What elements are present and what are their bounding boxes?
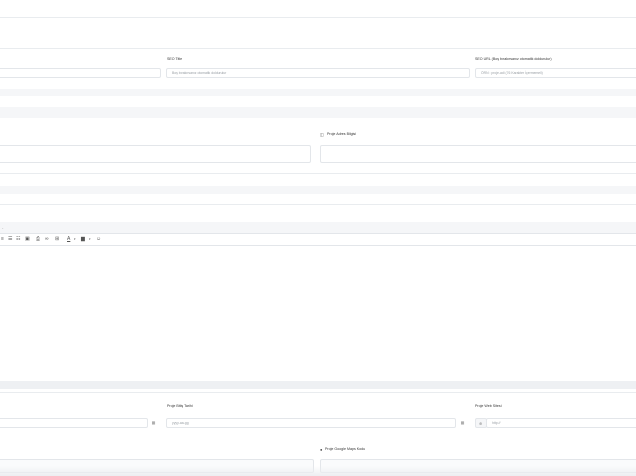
section-band bbox=[0, 107, 636, 118]
section-divider bbox=[0, 48, 636, 49]
maps-label: Proje Google Maps Kodu bbox=[325, 447, 366, 451]
row-divider bbox=[0, 204, 636, 205]
website-label: Proje Web Sitesi bbox=[475, 404, 502, 408]
end-date-placeholder: yyyy-aa-gg bbox=[172, 421, 189, 425]
address-input[interactable] bbox=[320, 145, 636, 163]
website-input[interactable]: http:// bbox=[486, 418, 636, 428]
editor-toolbar-top bbox=[0, 233, 636, 234]
map-icon: ◫ bbox=[320, 132, 324, 137]
map-marker-icon: ● bbox=[320, 447, 323, 452]
start-date-input[interactable] bbox=[0, 418, 148, 428]
link-icon[interactable]: ∞ bbox=[45, 236, 49, 242]
calendar-icon[interactable]: ▦ bbox=[149, 418, 158, 428]
background-color-icon[interactable]: ▆ bbox=[81, 236, 85, 242]
seo-title-placeholder: Boş bırakırsanız otomatik doldurulur bbox=[172, 71, 227, 75]
print-icon[interactable]: ⎙ bbox=[36, 236, 40, 242]
seo-url-label: SEO URL (Boş bırakırsanız otomatik doldu… bbox=[475, 57, 552, 61]
row-divider bbox=[0, 173, 636, 174]
font-color-icon[interactable]: A bbox=[67, 236, 70, 242]
globe-icon: ⊕ bbox=[479, 421, 483, 426]
seo-url-placeholder: ÖRN : proje-adi (76 Karakter İçermemeli) bbox=[481, 71, 543, 75]
chevron-down-icon[interactable]: ▾ bbox=[89, 236, 91, 242]
seo-title-input[interactable]: Boş bırakırsanız otomatik doldurulur bbox=[166, 68, 470, 78]
end-date-input[interactable]: yyyy-aa-gg bbox=[166, 418, 456, 428]
row-divider bbox=[0, 392, 636, 393]
special-char-icon[interactable]: ☺ bbox=[96, 236, 101, 242]
editor-content-area[interactable] bbox=[0, 246, 636, 381]
section-band bbox=[0, 186, 636, 194]
list-ordered-icon[interactable]: ☰ bbox=[8, 236, 12, 242]
address-label: Proje Adres Bilgisi bbox=[327, 132, 356, 136]
dropdown-marker: - bbox=[2, 225, 4, 230]
calendar-icon[interactable]: ▦ bbox=[458, 418, 467, 428]
end-date-label: Proje Bitiş Tarihi bbox=[167, 404, 193, 408]
align-icon[interactable]: ≡ bbox=[1, 236, 4, 242]
table-icon[interactable]: ⊞ bbox=[55, 236, 59, 242]
seo-title-label: SEO Title bbox=[167, 57, 183, 61]
header-divider bbox=[0, 17, 636, 18]
image-icon[interactable]: ▣ bbox=[25, 236, 30, 242]
seo-url-input[interactable]: ÖRN : proje-adi (76 Karakter İçermemeli) bbox=[475, 68, 636, 78]
left-textarea[interactable] bbox=[0, 145, 311, 163]
editor-statusbar bbox=[0, 381, 636, 389]
bottom-shadow bbox=[0, 466, 636, 476]
website-placeholder: http:// bbox=[492, 421, 501, 425]
chevron-down-icon[interactable]: ▾ bbox=[74, 236, 76, 242]
editor-header: - bbox=[0, 222, 636, 233]
list-unordered-icon[interactable]: ☷ bbox=[16, 236, 20, 242]
section-band bbox=[0, 89, 636, 96]
left-text-input[interactable] bbox=[0, 68, 161, 78]
